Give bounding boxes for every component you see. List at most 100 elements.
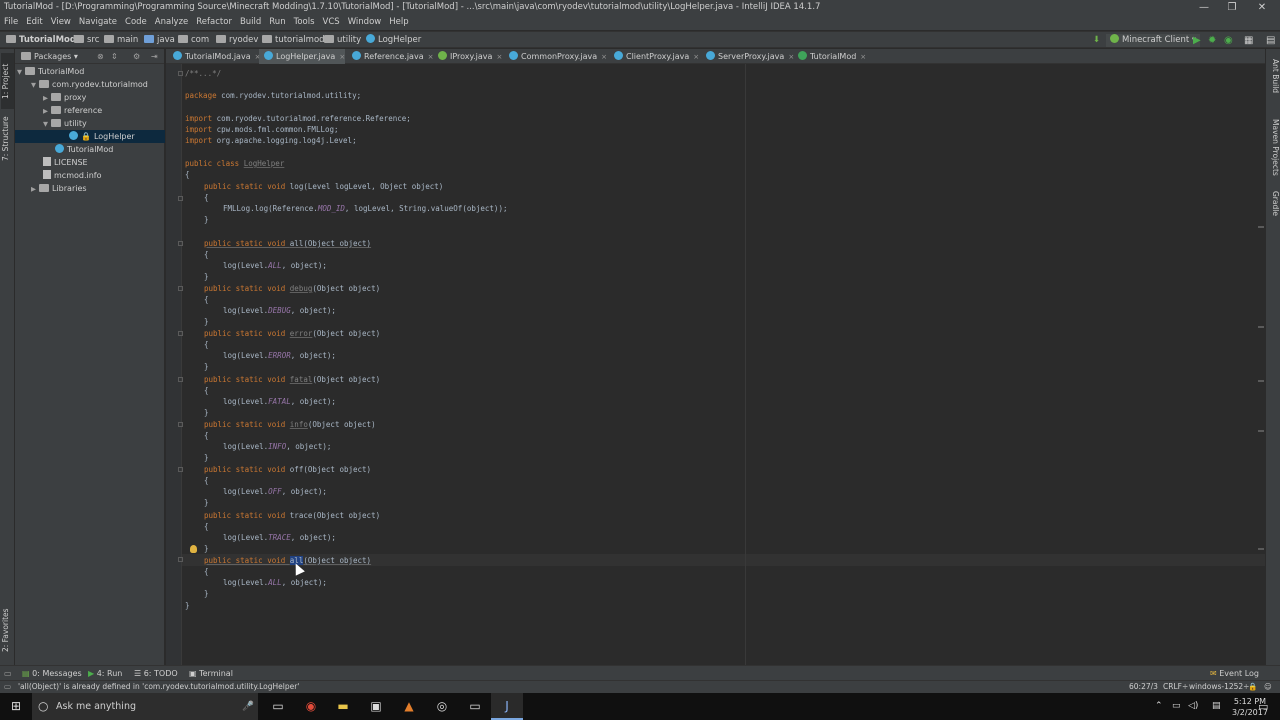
menu-window[interactable]: Window xyxy=(344,15,386,30)
editor-gutter[interactable] xyxy=(166,64,182,665)
menu-analyze[interactable]: Analyze xyxy=(151,15,193,30)
tree-item-package[interactable]: ▼ com.ryodev.tutorialmod xyxy=(15,78,165,91)
tab-tutorialmod-config[interactable]: TutorialMod × xyxy=(793,49,866,64)
view-selector[interactable]: Packages xyxy=(34,52,71,61)
fold-marker-icon[interactable] xyxy=(178,422,183,427)
tool-todo[interactable]: ☰ 6: TODO xyxy=(134,666,178,681)
tray-chevron-up-icon[interactable]: ⌃ xyxy=(1155,693,1163,720)
menu-refactor[interactable]: Refactor xyxy=(192,15,236,30)
error-stripe-mark[interactable] xyxy=(1258,380,1264,382)
file-explorer-icon[interactable]: ▬ xyxy=(327,693,359,720)
breadcrumb-project[interactable]: TutorialMod xyxy=(6,34,76,47)
run-config-select[interactable]: Minecraft Client ▾ xyxy=(1106,34,1201,47)
sdk-icon[interactable]: ▤ xyxy=(1266,34,1275,47)
coverage-icon[interactable]: ◉ xyxy=(1224,34,1233,47)
close-icon[interactable]: × xyxy=(601,53,607,61)
breadcrumb-ryodev[interactable]: ryodev xyxy=(216,34,258,47)
tool-run[interactable]: ▶ 4: Run xyxy=(88,666,122,681)
caret-position[interactable]: 60:27/3 xyxy=(1129,681,1158,693)
microphone-icon[interactable]: 🎤 xyxy=(242,693,254,720)
fold-marker-icon[interactable] xyxy=(178,286,183,291)
tree-item-utility[interactable]: ▼ utility xyxy=(15,117,165,130)
fold-marker-icon[interactable] xyxy=(178,467,183,472)
close-icon[interactable]: × xyxy=(693,53,699,61)
tool-tab-structure[interactable]: 7: Structure xyxy=(1,113,14,165)
run-icon[interactable]: ▶ xyxy=(1193,34,1201,47)
tab-commonproxy-java[interactable]: CommonProxy.java × xyxy=(504,49,607,64)
layout-icon[interactable]: ▭ xyxy=(4,666,12,681)
chrome-icon[interactable]: ◉ xyxy=(295,693,327,720)
tree-item-reference[interactable]: ▶ reference xyxy=(15,104,165,117)
code-editor[interactable]: /**...*/ package com.ryodev.tutorialmod.… xyxy=(182,64,1265,665)
notification-icon[interactable]: ▭ xyxy=(1258,693,1268,720)
menu-run[interactable]: Run xyxy=(265,15,289,30)
tray-network-icon[interactable]: ▭ xyxy=(1172,693,1181,720)
task-view-icon[interactable]: ▭ xyxy=(262,693,294,720)
tab-loghelper-java[interactable]: LogHelper.java × xyxy=(259,49,346,64)
app-icon[interactable]: ▲ xyxy=(393,693,425,720)
close-icon[interactable]: × xyxy=(860,53,866,61)
tree-item-libraries[interactable]: ▶ Libraries xyxy=(15,182,165,195)
tool-tab-favorites[interactable]: 2: Favorites xyxy=(1,605,14,655)
tab-reference-java[interactable]: Reference.java × xyxy=(347,49,433,64)
file-encoding[interactable]: windows-1252÷ xyxy=(1189,681,1249,693)
tool-terminal[interactable]: ▣ Terminal xyxy=(189,666,233,681)
collapse-icon[interactable]: ⇕ xyxy=(111,49,118,64)
fold-marker-icon[interactable] xyxy=(178,241,183,246)
breadcrumb-src[interactable]: src xyxy=(74,34,99,47)
menu-file[interactable]: File xyxy=(0,15,22,30)
close-icon[interactable]: × xyxy=(496,53,502,61)
tree-item-license[interactable]: LICENSE xyxy=(15,156,165,169)
tray-language-icon[interactable]: ▤ xyxy=(1212,693,1221,720)
fold-marker-icon[interactable] xyxy=(178,557,183,562)
breadcrumb-com[interactable]: com xyxy=(178,34,209,47)
menu-edit[interactable]: Edit xyxy=(22,15,46,30)
menu-code[interactable]: Code xyxy=(121,15,151,30)
fold-marker-icon[interactable] xyxy=(178,331,183,336)
restore-button[interactable]: ❐ xyxy=(1218,0,1246,15)
tool-event-log[interactable]: ✉ Event Log xyxy=(1210,666,1259,681)
close-icon[interactable]: × xyxy=(339,53,345,61)
app-icon[interactable]: ▭ xyxy=(459,693,491,720)
menu-view[interactable]: View xyxy=(47,15,75,30)
menu-vcs[interactable]: VCS xyxy=(319,15,344,30)
inspector-icon[interactable]: ☺ xyxy=(1264,681,1272,693)
minimize-button[interactable]: — xyxy=(1190,0,1218,15)
tool-tab-maven[interactable]: Maven Projects xyxy=(1267,119,1280,181)
tree-item-project[interactable]: ▼ TutorialMod xyxy=(15,65,165,78)
tree-item-tutorialmod-class[interactable]: TutorialMod xyxy=(15,143,165,156)
build-icon[interactable]: ⬇ xyxy=(1093,34,1100,47)
breadcrumb-loghelper[interactable]: LogHelper xyxy=(366,34,421,47)
lightbulb-icon[interactable] xyxy=(190,545,197,553)
breadcrumb-tutorialmod[interactable]: tutorialmod xyxy=(262,34,325,47)
fold-marker-icon[interactable] xyxy=(178,196,183,201)
menu-help[interactable]: Help xyxy=(385,15,412,30)
store-icon[interactable]: ▣ xyxy=(360,693,392,720)
tab-clientproxy-java[interactable]: ClientProxy.java × xyxy=(609,49,699,64)
taskbar-search[interactable]: ○ Ask me anything 🎤 xyxy=(32,693,258,720)
error-stripe-mark[interactable] xyxy=(1258,430,1264,432)
tree-item-loghelper[interactable]: 🔒 LogHelper xyxy=(15,130,165,143)
app-icon[interactable]: ◎ xyxy=(426,693,458,720)
breadcrumb-java[interactable]: java xyxy=(144,34,175,47)
tree-item-proxy[interactable]: ▶ proxy xyxy=(15,91,165,104)
breadcrumb-main[interactable]: main xyxy=(104,34,138,47)
hide-icon[interactable]: ⇥ xyxy=(151,49,158,64)
windows-start-icon[interactable]: ⊞ xyxy=(0,693,32,720)
breadcrumb-utility[interactable]: utility xyxy=(324,34,361,47)
project-structure-icon[interactable]: ▦ xyxy=(1244,34,1253,47)
menu-build[interactable]: Build xyxy=(236,15,265,30)
menu-tools[interactable]: Tools xyxy=(290,15,319,30)
sync-icon[interactable]: ⊗ xyxy=(97,49,104,64)
close-button[interactable]: ✕ xyxy=(1248,0,1276,15)
intellij-icon[interactable]: J xyxy=(491,693,523,720)
debug-icon[interactable]: ✹ xyxy=(1208,34,1216,47)
error-stripe-mark[interactable] xyxy=(1258,226,1264,228)
tool-messages[interactable]: ▤ 0: Messages xyxy=(22,666,82,681)
fold-marker-icon[interactable] xyxy=(178,71,183,76)
fold-marker-icon[interactable] xyxy=(178,377,183,382)
line-separator[interactable]: CRLF÷ xyxy=(1163,681,1188,693)
tool-tab-ant-build[interactable]: Ant Build xyxy=(1267,59,1280,104)
tab-serverproxy-java[interactable]: ServerProxy.java × xyxy=(701,49,794,64)
tool-tab-gradle[interactable]: Gradle xyxy=(1267,191,1280,231)
